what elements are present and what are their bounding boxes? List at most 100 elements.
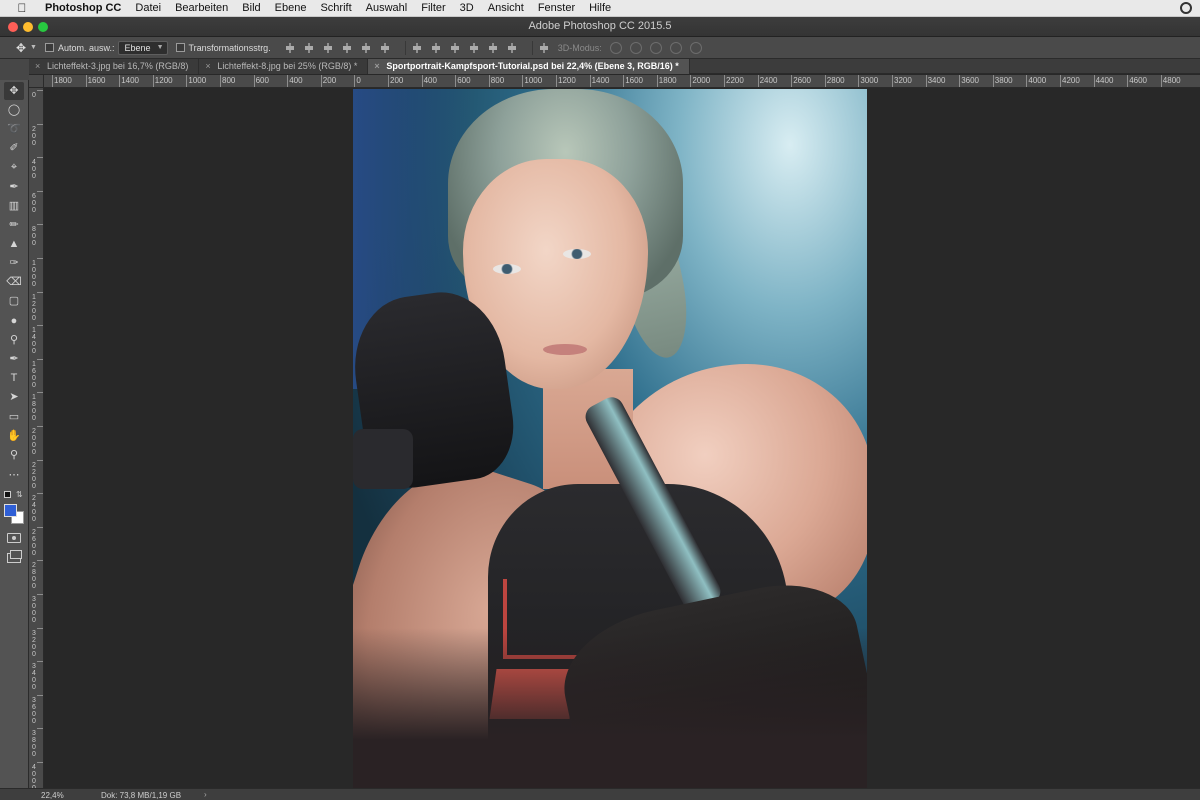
auto-select-checkbox[interactable] xyxy=(44,43,54,52)
chevron-down-icon[interactable]: ▼ xyxy=(30,44,37,51)
menu-fenster[interactable]: Fenster xyxy=(531,2,582,14)
vertical-ruler[interactable]: 0 200 400 600 800 1000 1200 1400 1600 1800 2000 220… xyxy=(29,88,44,788)
brush-tool-icon[interactable]: ✏ xyxy=(4,216,24,234)
divider xyxy=(404,40,406,55)
more-tools-icon[interactable]: ⋯ xyxy=(4,466,24,484)
distribute-vcenter-icon[interactable] xyxy=(431,42,441,53)
tab-sportportrait[interactable]: × Sportportrait-Kampfsport-Tutorial.psd … xyxy=(368,59,690,74)
horizontal-ruler[interactable]: 1800 1600 1400 1200 1000 800 600 400 200 0 200 400 6… xyxy=(44,75,1200,88)
ruler-tick xyxy=(37,627,43,629)
toolbox-grip[interactable] xyxy=(0,59,29,80)
ruler-tick-label: 1000 xyxy=(32,260,36,288)
menu-bearbeiten[interactable]: Bearbeiten xyxy=(168,2,235,14)
ruler-tick-label: 3000 xyxy=(32,596,36,624)
tab-label: Sportportrait-Kampfsport-Tutorial.psd be… xyxy=(386,61,679,71)
transform-controls-checkbox[interactable] xyxy=(175,43,185,52)
lasso-tool-icon[interactable]: ➰ xyxy=(4,120,24,138)
ruler-tick xyxy=(37,762,43,763)
dodge-tool-icon[interactable]: ⚲ xyxy=(4,331,24,349)
ruler-origin[interactable] xyxy=(29,75,44,88)
close-icon[interactable]: × xyxy=(205,59,210,74)
transform-controls-label: Transformationsstrg. xyxy=(188,42,271,53)
align-bottom-icon[interactable] xyxy=(323,42,333,53)
marquee-tool-icon[interactable]: ◯ xyxy=(4,101,24,119)
auto-select-dropdown[interactable]: Ebene ▼ xyxy=(118,40,168,55)
ruler-tick-label: 4200 xyxy=(1062,76,1080,85)
gradient-tool-icon[interactable]: ▢ xyxy=(4,292,24,310)
menu-schrift[interactable]: Schrift xyxy=(313,2,358,14)
document-tab-bar: × Lichteffekt-3.jpg bei 16,7% (RGB/8) × … xyxy=(29,59,1200,74)
menu-ebene[interactable]: Ebene xyxy=(268,2,314,14)
align-right-icon[interactable] xyxy=(380,42,390,53)
default-colors-icon[interactable] xyxy=(4,491,11,498)
3d-slide-icon[interactable] xyxy=(669,41,682,54)
menu-datei[interactable]: Datei xyxy=(128,2,168,14)
ruler-tick xyxy=(37,426,43,427)
align-vcenter-icon[interactable] xyxy=(304,42,314,53)
document-size: Dok: 73,8 MB/1,19 GB xyxy=(101,791,182,800)
align-hcenter-icon[interactable] xyxy=(361,42,371,53)
ruler-tick-label: 1200 xyxy=(154,76,173,85)
type-tool-icon[interactable]: T xyxy=(4,369,24,387)
3d-pan-icon[interactable] xyxy=(649,41,662,54)
3d-rotate-icon[interactable] xyxy=(609,41,622,54)
menu-filter[interactable]: Filter xyxy=(414,2,452,14)
pen-tool-icon[interactable]: ✒ xyxy=(4,350,24,368)
move-tool-preset-icon[interactable]: ✥ xyxy=(14,41,28,55)
ruler-tick xyxy=(37,459,43,461)
window-titlebar: Adobe Photoshop CC 2015.5 xyxy=(0,17,1200,37)
close-icon[interactable]: × xyxy=(35,59,40,74)
menu-auswahl[interactable]: Auswahl xyxy=(359,2,415,14)
quick-select-tool-icon[interactable]: ✐ xyxy=(4,139,24,157)
eyedropper-tool-icon[interactable]: ✒ xyxy=(4,178,24,196)
path-select-tool-icon[interactable]: ➤ xyxy=(4,388,24,406)
menu-hilfe[interactable]: Hilfe xyxy=(582,2,618,14)
menu-bild[interactable]: Bild xyxy=(235,2,267,14)
photo-vignette xyxy=(353,628,867,788)
status-bar: 22,4% Dok: 73,8 MB/1,19 GB › xyxy=(0,788,1200,800)
document-image[interactable] xyxy=(353,89,867,788)
healing-brush-tool-icon[interactable]: ▥ xyxy=(4,197,24,215)
close-icon[interactable]: × xyxy=(374,59,379,74)
tab-lichteffekt-3[interactable]: × Lichteffekt-3.jpg bei 16,7% (RGB/8) xyxy=(29,59,200,74)
clone-stamp-tool-icon[interactable]: ▲ xyxy=(4,235,24,253)
zoom-level[interactable]: 22,4% xyxy=(41,791,64,800)
ruler-tick-label: 2000 xyxy=(32,428,36,456)
ruler-tick-label: 800 xyxy=(490,76,505,85)
blur-tool-icon[interactable]: ● xyxy=(4,312,24,330)
rectangle-tool-icon[interactable]: ▭ xyxy=(4,408,24,426)
align-top-icon[interactable] xyxy=(285,42,295,53)
canvas-area[interactable] xyxy=(45,89,1200,788)
3d-roll-icon[interactable] xyxy=(629,41,642,54)
hand-tool-icon[interactable]: ✋ xyxy=(4,427,24,445)
crop-tool-icon[interactable]: ⌖ xyxy=(4,158,24,176)
foreground-color-swatch[interactable] xyxy=(4,504,17,517)
align-left-icon[interactable] xyxy=(342,42,352,53)
distribute-bottom-icon[interactable] xyxy=(450,42,460,53)
distribute-top-icon[interactable] xyxy=(412,42,422,53)
screen-mode-icon[interactable] xyxy=(7,550,22,563)
eraser-tool-icon[interactable]: ⌫ xyxy=(4,273,24,291)
toolbox: ✥ ◯ ➰ ✐ ⌖ ✒ ▥ ✏ ▲ ✑ ⌫ ▢ ● ⚲ ✒ T ➤ ▭ ✋ ⚲ … xyxy=(0,80,29,792)
ruler-tick-label: 4600 xyxy=(1129,76,1147,85)
ruler-tick-label: 800 xyxy=(32,226,36,248)
move-tool-icon[interactable]: ✥ xyxy=(4,82,24,100)
menu-ansicht[interactable]: Ansicht xyxy=(481,2,531,14)
apple-icon[interactable]:  xyxy=(14,1,30,15)
swap-colors-icon[interactable]: ⇅ xyxy=(16,490,23,499)
3d-scale-icon[interactable] xyxy=(689,41,702,54)
menu-photoshop[interactable]: Photoshop CC xyxy=(38,2,128,14)
ruler-tick-label: 0 xyxy=(32,92,36,99)
distribute-right-icon[interactable] xyxy=(507,42,517,53)
tab-lichteffekt-8[interactable]: × Lichteffekt-8.jpg bei 25% (RGB/8) * xyxy=(199,59,369,74)
status-menu-arrow[interactable]: › xyxy=(204,790,207,799)
quick-mask-icon[interactable] xyxy=(7,533,21,543)
menubar-status-icon[interactable] xyxy=(1180,2,1192,14)
ruler-tick xyxy=(37,224,43,226)
auto-align-icon[interactable] xyxy=(539,42,549,53)
history-brush-tool-icon[interactable]: ✑ xyxy=(4,254,24,272)
menu-3d[interactable]: 3D xyxy=(453,2,481,14)
zoom-tool-icon[interactable]: ⚲ xyxy=(4,446,24,464)
distribute-hcenter-icon[interactable] xyxy=(488,42,498,53)
distribute-left-icon[interactable] xyxy=(469,42,479,53)
